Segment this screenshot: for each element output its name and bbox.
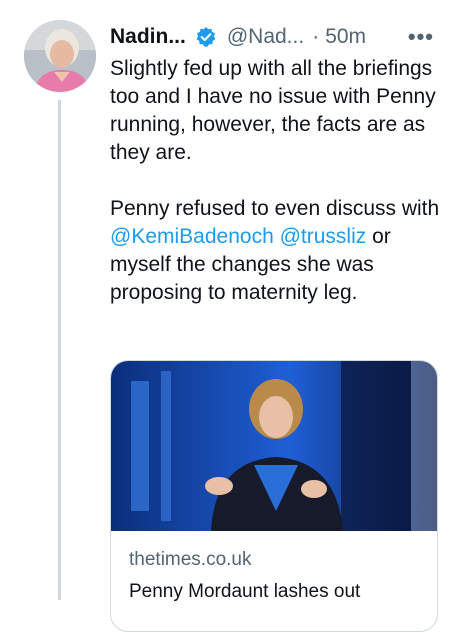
card-image [111,361,437,531]
tweet-paragraph-2: Penny refused to even discuss with @Kemi… [110,195,440,307]
handle[interactable]: @Nad... [227,25,304,49]
separator-dot: · [312,25,320,48]
tweet-header: Nadin... @Nad... · 50m ••• [110,22,434,52]
verified-badge-icon [196,27,216,47]
timestamp[interactable]: 50m [325,25,366,49]
avatar-image [24,20,96,92]
thread-line [58,100,61,600]
mention-link-kemibadenoch[interactable]: @KemiBadenoch [110,225,274,248]
display-name[interactable]: Nadin... [110,25,186,49]
text-segment: Penny refused to even discuss with [110,197,440,220]
tweet-paragraph-1: Slightly fed up with all the briefings t… [110,57,436,164]
link-preview-card[interactable]: thetimes.co.uk Penny Mordaunt lashes out [110,360,438,632]
avatar[interactable] [24,20,96,92]
more-options-icon[interactable]: ••• [408,24,434,50]
mention-link-trussliz[interactable]: @trussliz [280,225,367,248]
card-domain: thetimes.co.uk [129,549,252,570]
tweet-text: Slightly fed up with all the briefings t… [110,55,440,307]
